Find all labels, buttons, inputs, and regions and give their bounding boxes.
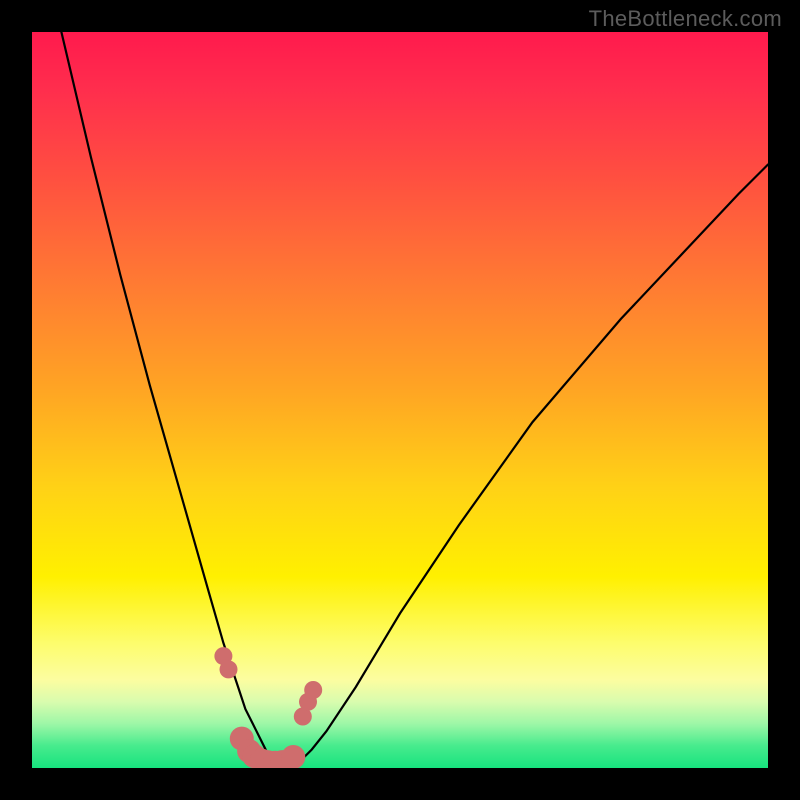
threshold-dot bbox=[220, 660, 238, 678]
watermark-text: TheBottleneck.com bbox=[589, 6, 782, 32]
threshold-dot bbox=[294, 708, 312, 726]
threshold-dot bbox=[250, 749, 274, 768]
threshold-dot bbox=[237, 739, 261, 763]
bottleneck-curve bbox=[61, 32, 768, 764]
threshold-dot bbox=[214, 647, 232, 665]
threshold-dot bbox=[299, 693, 317, 711]
marker-group bbox=[214, 647, 322, 768]
threshold-dot bbox=[281, 745, 305, 768]
threshold-dot bbox=[270, 750, 294, 768]
threshold-dot bbox=[263, 751, 287, 768]
threshold-dot bbox=[242, 744, 266, 768]
curve-group bbox=[61, 32, 768, 764]
threshold-dot bbox=[230, 727, 254, 751]
threshold-dot bbox=[304, 681, 322, 699]
chart-plot-area bbox=[32, 32, 768, 768]
chart-svg bbox=[32, 32, 768, 768]
threshold-dot bbox=[256, 750, 280, 768]
